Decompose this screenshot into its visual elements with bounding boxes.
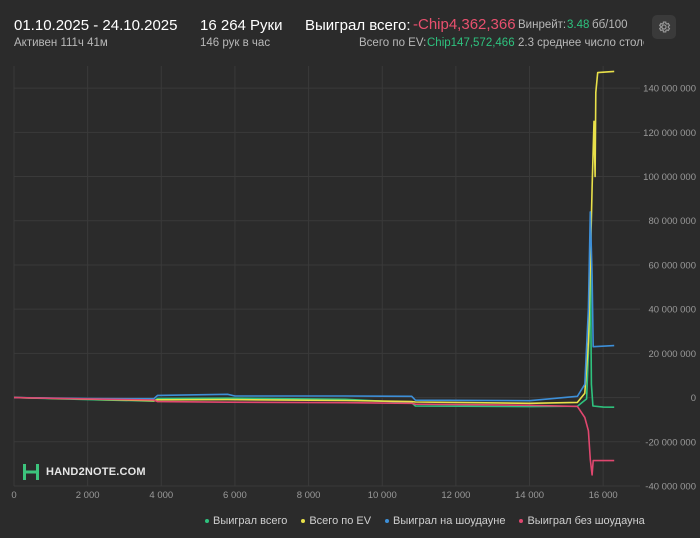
legend-item-showdown[interactable]: Выиграл на шоудауне <box>385 515 505 527</box>
hand2note-logo-icon <box>23 464 39 480</box>
y-tick-label: -40 000 000 <box>645 482 696 493</box>
x-tick-label: 0 <box>11 490 16 501</box>
y-tick-label: 100 000 000 <box>643 172 696 183</box>
x-tick-label: 14 000 <box>515 490 544 501</box>
x-tick-label: 8 000 <box>297 490 321 501</box>
legend-label: Всего по EV <box>309 515 372 527</box>
legend-item-won-total[interactable]: Выиграл всего <box>205 515 287 527</box>
legend-item-ev[interactable]: Всего по EV <box>301 515 371 527</box>
x-tick-label: 6 000 <box>223 490 247 501</box>
legend-dot-ev <box>301 519 306 523</box>
logo-text: HAND2NOTE.COM <box>46 466 146 478</box>
legend-dot-showdown <box>385 519 390 523</box>
chart-legend: Выиграл всего Всего по EV Выиграл на шоу… <box>205 515 645 527</box>
legend-label: Выиграл без шоудауна <box>527 515 645 527</box>
y-tick-label: 60 000 000 <box>648 260 696 271</box>
legend-label: Выиграл на шоудауне <box>393 515 506 527</box>
y-tick-label: 80 000 000 <box>648 216 696 227</box>
x-tick-label: 10 000 <box>368 490 397 501</box>
x-tick-label: 16 000 <box>589 490 618 501</box>
y-tick-label: 20 000 000 <box>648 349 696 360</box>
chart-grid <box>13 66 640 487</box>
legend-label: Выиграл всего <box>213 515 288 527</box>
legend-dot-non-showdown <box>519 519 524 523</box>
x-tick-label: 12 000 <box>441 490 470 501</box>
x-tick-label: 4 000 <box>149 490 173 501</box>
y-tick-label: 40 000 000 <box>648 305 696 316</box>
profit-chart: -40 000 000 -20 000 000 0 20 000 000 40 000 … <box>11 66 696 501</box>
hand2note-logo: HAND2NOTE.COM <box>22 463 146 481</box>
series-line-won-total <box>13 253 615 408</box>
x-tick-label: 2 000 <box>76 490 100 501</box>
y-tick-label: 120 000 000 <box>643 128 696 139</box>
y-tick-label: 0 <box>691 393 696 404</box>
legend-dot-won-total <box>205 519 209 523</box>
y-tick-label: -20 000 000 <box>645 437 696 448</box>
series-line-showdown <box>13 211 615 402</box>
y-tick-label: 140 000 000 <box>643 84 696 95</box>
legend-item-non-showdown[interactable]: Выиграл без шоудауна <box>519 515 645 527</box>
